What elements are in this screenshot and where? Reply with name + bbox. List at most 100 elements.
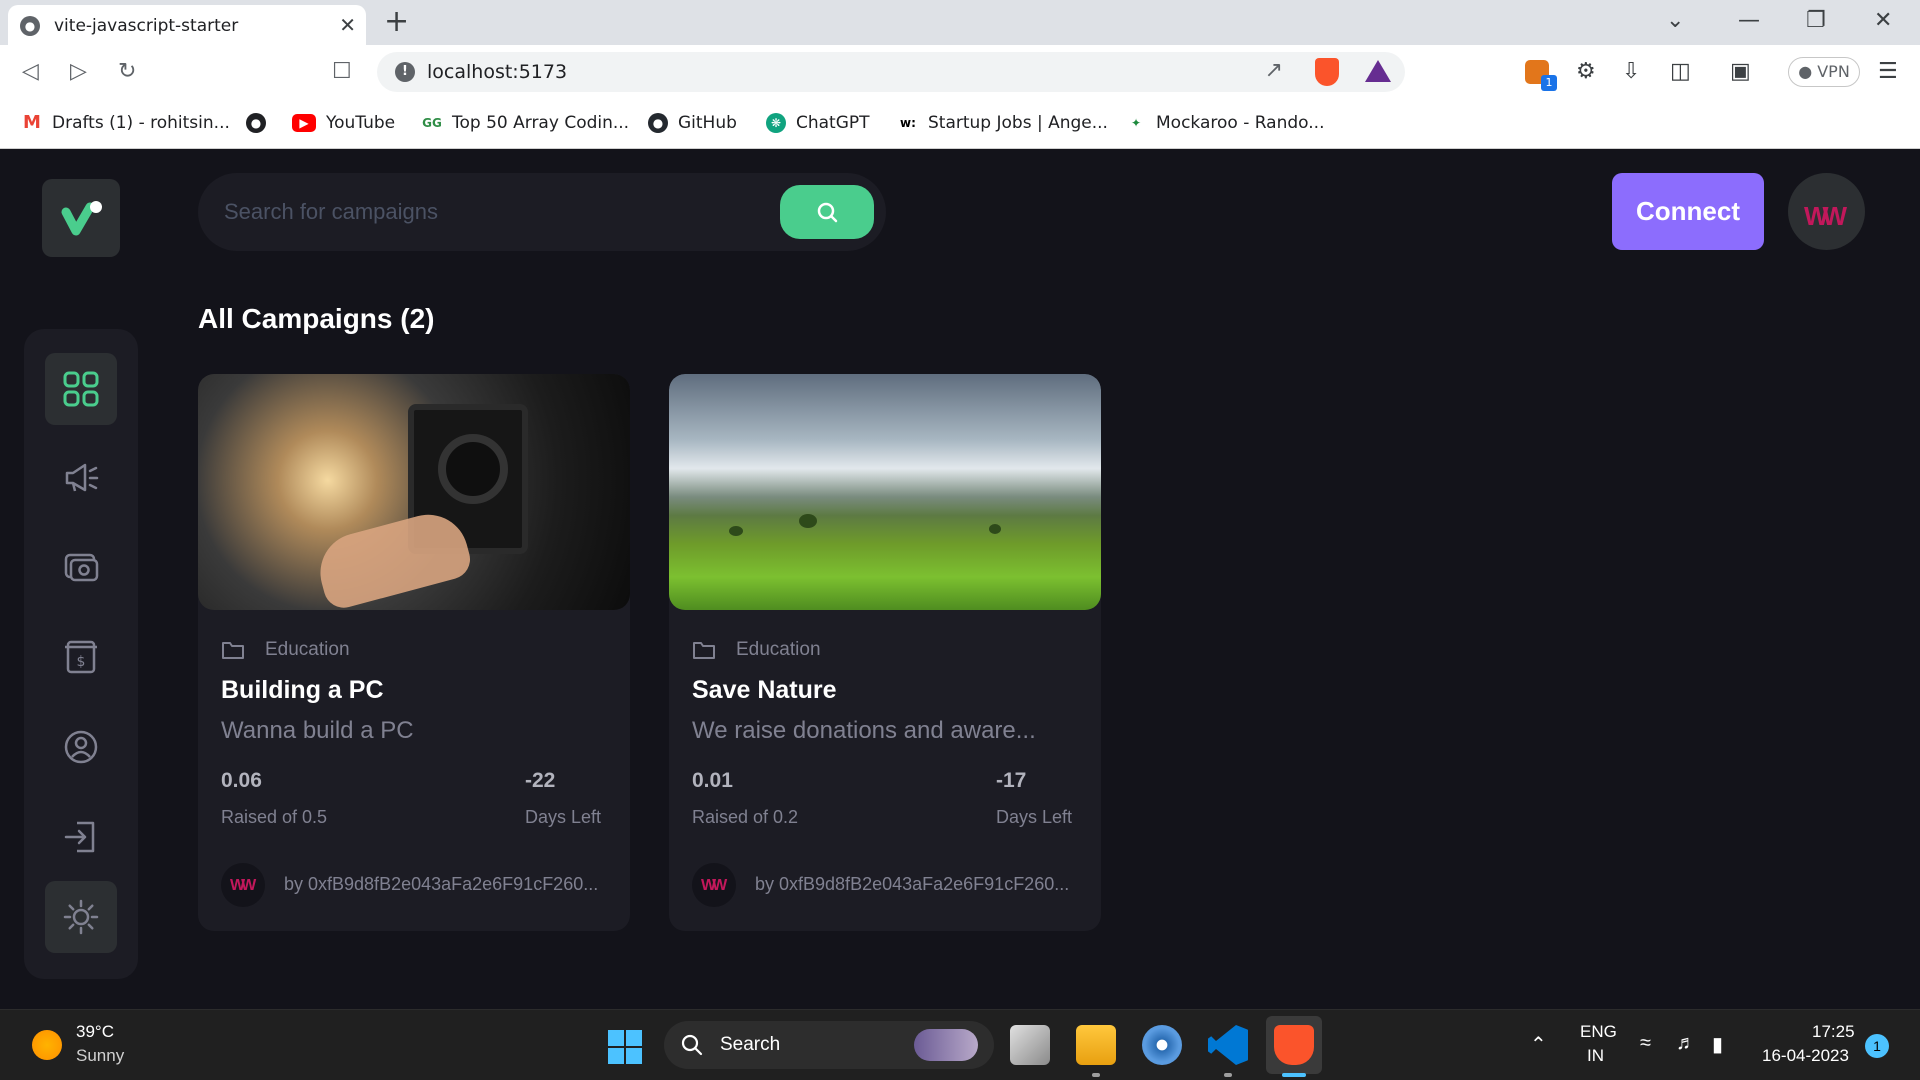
campaign-title: Building a PC (221, 676, 384, 704)
owner-avatar: WW (692, 863, 736, 907)
dashboard-icon (63, 371, 99, 407)
campaign-image (669, 374, 1101, 610)
windows-taskbar: 39°C Sunny Search ⌃ ENG IN ≈ ♬ ▮ 17:25 1… (0, 1009, 1920, 1080)
campaign-card[interactable]: Education Save Nature We raise donations… (669, 374, 1101, 931)
days-left: -17 (996, 769, 1027, 792)
globe-icon: ● (20, 16, 40, 36)
app-logo[interactable] (42, 179, 120, 257)
wifi-icon[interactable]: ≈ (1640, 1032, 1651, 1055)
bookmark-github[interactable]: ● GitHub (648, 111, 737, 135)
show-hidden-icons[interactable]: ⌃ (1530, 1032, 1547, 1057)
clock-time[interactable]: 17:25 (1812, 1022, 1855, 1042)
search-button[interactable] (780, 185, 874, 239)
sidebar-item-logout[interactable] (45, 801, 117, 873)
taskbar-search[interactable]: Search (664, 1021, 994, 1069)
new-tab-icon[interactable]: + (384, 4, 409, 39)
campaign-description: We raise donations and aware... (692, 717, 1036, 744)
days-left-label: Days Left (996, 807, 1073, 827)
extensions-icon[interactable]: ⚙ (1576, 59, 1596, 84)
profile-icon (64, 730, 98, 764)
file-explorer-icon[interactable] (1076, 1025, 1116, 1065)
avatar-logo-icon: WW (1804, 201, 1847, 231)
gmail-icon: M (22, 112, 42, 133)
close-window-icon[interactable]: ✕ (1874, 8, 1892, 33)
svg-text:$: $ (77, 654, 86, 670)
notification-badge[interactable]: 1 (1865, 1034, 1889, 1058)
language-code[interactable]: ENG (1580, 1022, 1617, 1042)
crowdfunding-app: $ Search for campaigns Connect WW All Ca… (0, 149, 1920, 1009)
campaign-image (198, 374, 630, 613)
wellfound-icon: w: (898, 113, 918, 133)
clock-date[interactable]: 16-04-2023 (1762, 1046, 1849, 1066)
url-text[interactable]: localhost:5173 (427, 61, 567, 83)
bookmark-gfg[interactable]: GG Top 50 Array Codin... (422, 111, 629, 135)
forward-icon[interactable]: ▷ (70, 59, 87, 84)
days-left-label: Days Left (525, 807, 602, 827)
battery-icon[interactable]: ▮ (1712, 1032, 1723, 1057)
browser-tab-bar: ● vite-javascript-starter ✕ + ⌄ — ❐ ✕ (0, 0, 1920, 45)
brave-rewards-icon[interactable] (1365, 60, 1391, 82)
bookmark-youtube[interactable]: ▶ YouTube (292, 111, 395, 135)
brave-shields-icon[interactable] (1315, 58, 1339, 86)
minimize-icon[interactable]: — (1738, 8, 1760, 33)
owner-avatar: WW (221, 863, 265, 907)
settings-icon[interactable] (1142, 1025, 1182, 1065)
sidebar-item-campaign[interactable] (45, 441, 117, 513)
chatgpt-icon: ❋ (766, 113, 786, 133)
close-tab-icon[interactable]: ✕ (339, 13, 356, 37)
campaign-owner: by 0xfB9d8fB2e043aFa2e6F91cF260... (284, 874, 599, 894)
vpn-button[interactable]: ● VPN (1788, 57, 1860, 87)
mockaroo-icon: ✦ (1126, 113, 1146, 133)
bookmark-wellfound[interactable]: w: Startup Jobs | Ange... (898, 111, 1108, 135)
vscode-icon[interactable] (1208, 1025, 1248, 1065)
amount-raised: 0.01 (692, 769, 733, 792)
brave-browser-icon[interactable] (1274, 1025, 1314, 1065)
share-icon[interactable]: ↗ (1265, 58, 1283, 83)
globe-icon: ● (246, 113, 266, 133)
wallet-icon[interactable]: ▣ (1730, 59, 1751, 84)
sidebar: $ (24, 329, 138, 979)
theme-toggle[interactable] (45, 881, 117, 953)
sidebar-item-withdraw[interactable]: $ (45, 621, 117, 693)
folder-icon (222, 642, 244, 659)
page-title: All Campaigns (2) (198, 303, 435, 334)
bookmark-chatgpt[interactable]: ❋ ChatGPT (766, 111, 870, 135)
owner-logo-icon: WW (230, 877, 256, 894)
bookmark-mockaroo[interactable]: ✦ Mockaroo - Rando... (1126, 111, 1324, 135)
raised-label: Raised of 0.2 (692, 807, 799, 827)
reload-icon[interactable]: ↻ (118, 59, 136, 84)
campaign-card[interactable]: Education Building a PC Wanna build a PC… (198, 374, 630, 931)
withdraw-icon: $ (65, 640, 97, 674)
language-region[interactable]: IN (1587, 1046, 1604, 1066)
task-view-icon[interactable] (1010, 1025, 1050, 1065)
weather-sun-icon[interactable] (32, 1030, 62, 1060)
browser-tab[interactable]: ● vite-javascript-starter ✕ (8, 5, 366, 45)
campaign-category: Education (221, 639, 350, 661)
bookmark-globe[interactable]: ● (246, 111, 276, 135)
bookmark-gmail[interactable]: M Drafts (1) - rohitsin... (22, 111, 230, 135)
download-icon[interactable]: ⇩ (1622, 59, 1640, 84)
youtube-icon: ▶ (292, 114, 316, 132)
sidebar-item-profile[interactable] (45, 711, 117, 783)
user-avatar[interactable]: WW (1788, 173, 1865, 250)
bookmark-icon[interactable]: ☐ (332, 59, 352, 84)
windows-start-icon[interactable] (608, 1030, 642, 1064)
restore-icon[interactable]: ❐ (1806, 8, 1826, 33)
connect-button[interactable]: Connect (1612, 173, 1764, 250)
search-icon (681, 1034, 703, 1056)
search-input[interactable] (222, 187, 762, 237)
campaign-owner: by 0xfB9d8fB2e043aFa2e6F91cF260... (755, 874, 1070, 894)
back-icon[interactable]: ◁ (22, 59, 39, 84)
site-info-icon[interactable]: ! (395, 62, 415, 82)
tab-title: vite-javascript-starter (54, 16, 239, 36)
weather-temperature[interactable]: 39°C (76, 1022, 114, 1042)
tab-search-icon[interactable]: ⌄ (1666, 8, 1684, 33)
sidebar-icon[interactable]: ◫ (1670, 59, 1691, 84)
weather-condition[interactable]: Sunny (76, 1046, 124, 1066)
address-bar[interactable]: ! localhost:5173 ↗ (377, 52, 1405, 92)
volume-icon[interactable]: ♬ (1676, 1032, 1696, 1055)
sidebar-item-dashboard[interactable] (45, 353, 117, 425)
megaphone-icon (65, 463, 99, 492)
menu-icon[interactable]: ☰ (1878, 59, 1898, 84)
sidebar-item-payment[interactable] (45, 531, 117, 603)
